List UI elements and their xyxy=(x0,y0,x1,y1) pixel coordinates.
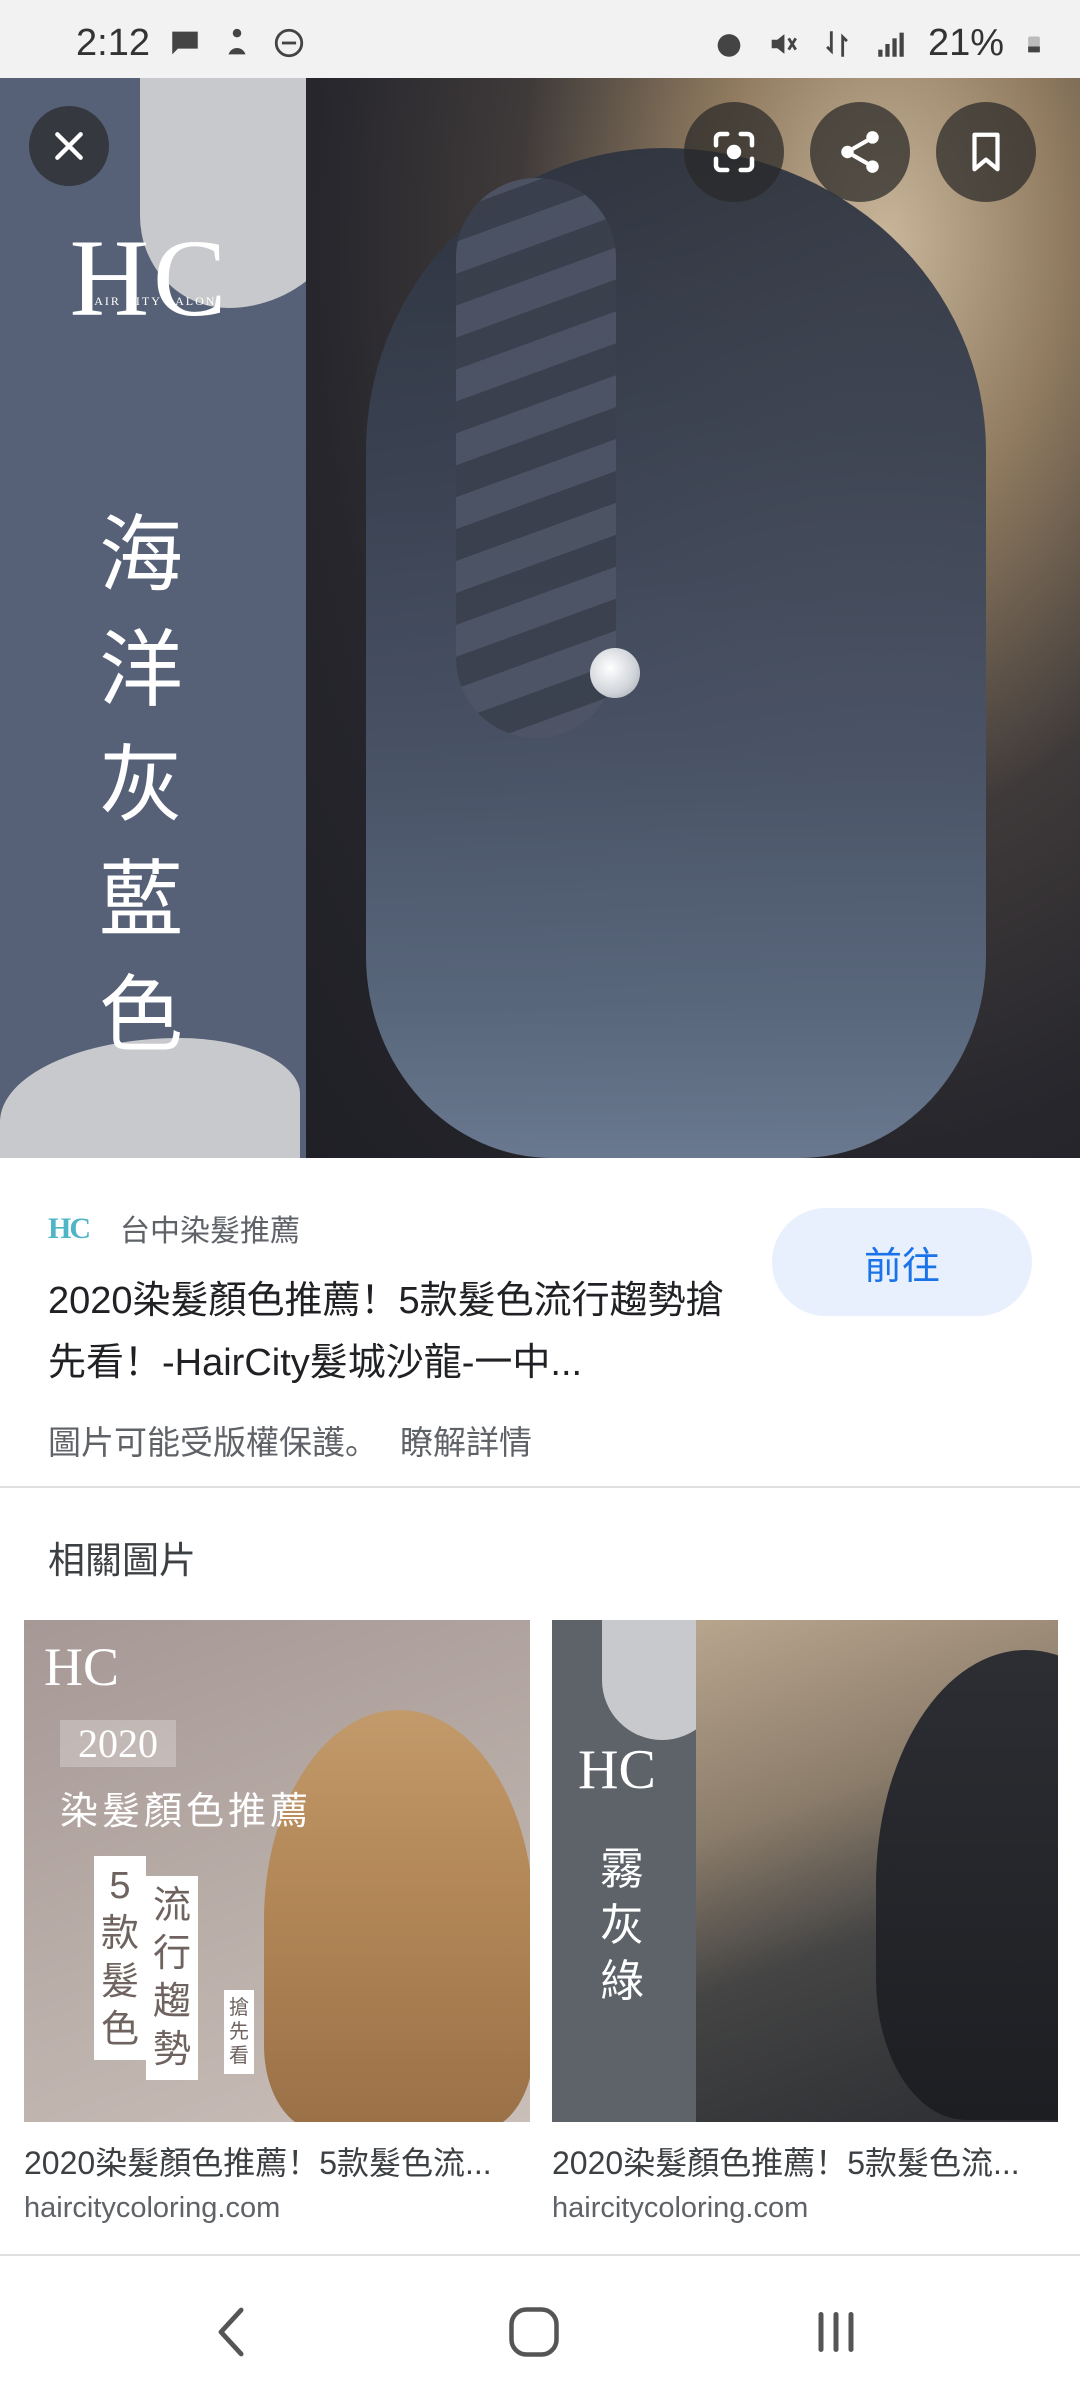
hair-shape xyxy=(876,1650,1058,2120)
status-time: 2:12 xyxy=(76,22,150,64)
thumbnail-subtitle: 染髮顏色推薦 xyxy=(60,1789,313,1833)
thumbnail-photo xyxy=(696,1620,1058,2122)
hero-vertical-text: 海 洋 灰 藍 色 xyxy=(98,506,183,1064)
thumbnail-brand: HC xyxy=(44,1637,120,1697)
battery-icon xyxy=(1028,36,1040,52)
battery-percent: 21% xyxy=(927,22,1004,64)
recent-apps-icon xyxy=(818,2312,854,2352)
accessibility-icon xyxy=(228,28,246,55)
home-button[interactable] xyxy=(494,2292,574,2372)
site-row[interactable]: HC 台中染髮推薦 xyxy=(48,1206,300,1250)
alarm-icon xyxy=(717,33,741,57)
message-icon xyxy=(172,31,198,55)
related-caption: 2020染髮顏色推薦！5款髮色流... xyxy=(24,2145,492,2181)
share-button[interactable] xyxy=(810,102,910,202)
thumbnail-vertical-text: 流行趨勢 xyxy=(146,1876,198,2080)
mute-icon xyxy=(771,33,797,54)
close-button[interactable] xyxy=(29,106,109,186)
related-caption: 2020染髮顏色推薦！5款髮色流... xyxy=(552,2145,1020,2181)
result-info: HC 台中染髮推薦 2020染髮顏色推薦！5款髮色流行趨勢搶先看！-HairCi… xyxy=(0,1160,1080,1486)
thumbnail-vertical-text: 霧灰綠 xyxy=(600,1845,644,2006)
back-button[interactable] xyxy=(192,2292,272,2372)
status-left-icons xyxy=(168,26,306,60)
hero-image[interactable]: HC HAIR CITY SALON 海 洋 灰 藍 色 xyxy=(0,78,1080,1158)
status-right-icons: 21% xyxy=(712,22,1044,65)
thumbnail-year: 2020 xyxy=(60,1720,176,1767)
share-icon xyxy=(841,131,879,173)
bookmark-icon xyxy=(972,132,1000,172)
recent-apps-button[interactable] xyxy=(796,2292,876,2372)
hero-brand-logo: HC HAIR CITY SALON xyxy=(69,217,231,339)
visit-button[interactable]: 前往 xyxy=(772,1208,1032,1316)
back-icon xyxy=(218,2307,244,2357)
status-bar: 2:12 21% xyxy=(0,0,1080,78)
navigation-bar xyxy=(0,2256,1080,2400)
braid-shape xyxy=(456,178,616,738)
related-images-heading: 相關圖片 xyxy=(48,1540,196,1581)
copyright-notice: 圖片可能受版權保護。 瞭解詳情 xyxy=(48,1416,532,1464)
related-image-card[interactable]: HC 2020 染髮顏色推薦 5款髮色 流行趨勢 搶先看 2020染髮顏色推薦！… xyxy=(24,1620,530,2225)
bookmark-button[interactable] xyxy=(936,102,1036,202)
hair-pin xyxy=(590,648,640,698)
thumbnail-vertical-text: 5款髮色 xyxy=(94,1856,146,2060)
related-domain: haircitycoloring.com xyxy=(24,2192,281,2224)
lens-icon xyxy=(713,131,755,173)
home-icon xyxy=(509,2307,559,2357)
result-title[interactable]: 2020染髮顏色推薦！5款髮色流行趨勢搶先看！-HairCity髮城沙龍-一中.… xyxy=(48,1270,728,1394)
hair-shape xyxy=(264,1710,530,2122)
site-name: 台中染髮推薦 xyxy=(120,1215,300,1248)
close-icon xyxy=(55,132,83,160)
hero-hair-photo xyxy=(306,78,1080,1158)
data-transfer-icon xyxy=(826,30,848,57)
related-image-card[interactable]: HC 霧灰綠 2020染髮顏色推薦！5款髮色流... haircitycolor… xyxy=(552,1620,1058,2225)
thumbnail-brand-panel: HC 霧灰綠 xyxy=(552,1620,722,2122)
related-thumbnail[interactable]: HC 2020 染髮顏色推薦 5款髮色 流行趨勢 搶先看 xyxy=(24,1620,530,2122)
learn-more-link[interactable]: 瞭解詳情 xyxy=(400,1424,532,1461)
related-thumbnail[interactable]: HC 霧灰綠 xyxy=(552,1620,1058,2122)
do-not-disturb-icon xyxy=(274,28,304,58)
lens-search-button[interactable] xyxy=(684,102,784,202)
related-domain: haircitycoloring.com xyxy=(552,2192,809,2224)
copyright-text: 圖片可能受版權保護。 xyxy=(48,1424,378,1461)
site-logo: HC xyxy=(48,1212,91,1245)
thumbnail-brand: HC xyxy=(578,1739,656,1801)
signal-icon xyxy=(878,32,904,57)
thumbnail-vertical-text: 搶先看 xyxy=(224,1990,254,2074)
hero-brand-panel: HC HAIR CITY SALON 海 洋 灰 藍 色 xyxy=(0,78,360,1158)
divider xyxy=(0,1486,1080,1488)
